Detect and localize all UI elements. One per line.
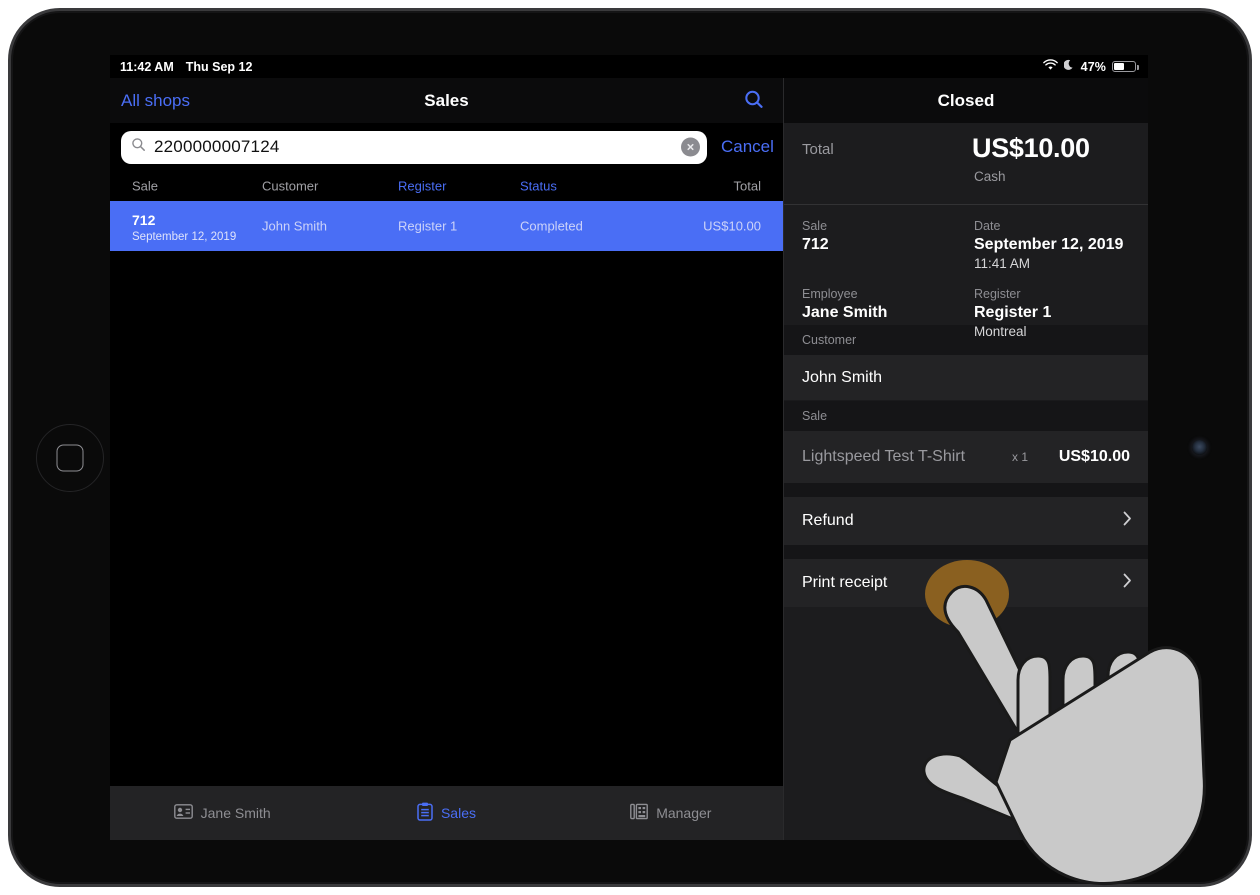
line-item-name: Lightspeed Test T-Shirt [802, 448, 966, 465]
tab-sales[interactable]: Sales [334, 802, 558, 824]
detail-fields-grid: Sale 712 Date September 12, 2019 11:41 A… [784, 205, 1148, 339]
section-spacer-2 [784, 545, 1148, 559]
cell-customer: John Smith [262, 218, 328, 234]
chevron-right-icon [1123, 511, 1132, 531]
column-header-sale[interactable]: Sale [132, 179, 158, 194]
print-receipt-label: Print receipt [802, 574, 888, 591]
field-employee-value: Jane Smith [802, 304, 888, 321]
table-row[interactable]: 712 September 12, 2019 John Smith Regist… [110, 201, 783, 251]
section-spacer [784, 483, 1148, 497]
cell-register: Register 1 [398, 218, 458, 234]
search-icon[interactable] [741, 87, 767, 113]
front-camera [1192, 440, 1207, 455]
nav-bar: All shops Sales [110, 78, 783, 123]
section-header-customer: Customer [784, 325, 1148, 355]
field-date-value: September 12, 2019 [974, 236, 1124, 253]
customer-name: John Smith [802, 368, 883, 386]
customer-row[interactable]: John Smith [784, 355, 1148, 401]
clipboard-icon [417, 802, 433, 824]
sales-list-pane: All shops Sales 2200000007124 Cancel Sal… [110, 78, 783, 840]
cell-sale: 712 September 12, 2019 [132, 212, 236, 243]
status-bar-left: 11:42 AM Thu Sep 12 [120, 60, 252, 74]
field-date-label: Date [974, 219, 1001, 233]
column-header-register[interactable]: Register [398, 179, 446, 194]
pointing-hand-cursor [900, 560, 1220, 895]
building-list-icon [630, 803, 649, 823]
wifi-icon [1042, 59, 1058, 74]
battery-icon [1112, 60, 1139, 73]
refund-button[interactable]: Refund [784, 497, 1148, 545]
tab-employee-label: Jane Smith [200, 805, 271, 821]
status-date: Thu Sep 12 [185, 59, 253, 74]
table-header: Sale Customer Register Status Total [110, 171, 783, 201]
detail-header-title: Closed [784, 78, 1148, 123]
section-header-sale: Sale [784, 401, 1148, 431]
search-value: 2200000007124 [154, 137, 280, 156]
tab-employee[interactable]: Jane Smith [110, 804, 334, 822]
home-button[interactable] [36, 424, 104, 492]
column-header-total[interactable]: Total [734, 179, 761, 194]
tab-manager[interactable]: Manager [559, 803, 783, 823]
cell-status: Completed [520, 218, 583, 234]
status-bar-right: 47% [1042, 59, 1139, 74]
screenshot-root: 11:42 AM Thu Sep 12 47% All shops Sales … [0, 0, 1260, 895]
status-time: 11:42 AM [120, 59, 174, 74]
cell-total: US$10.00 [703, 218, 761, 234]
field-sale-value: 712 [802, 236, 829, 253]
clear-search-icon[interactable] [681, 137, 700, 157]
tab-bar: Jane Smith Sales Manager [110, 785, 783, 840]
cell-sale-date: September 12, 2019 [132, 231, 237, 243]
cell-sale-number: 712 [132, 212, 156, 228]
search-input[interactable]: 2200000007124 [121, 130, 707, 164]
status-bar: 11:42 AM Thu Sep 12 47% [110, 55, 1148, 78]
field-sale-label: Sale [802, 219, 828, 233]
field-employee-label: Employee [802, 287, 858, 301]
search-field-icon [131, 137, 146, 157]
page-title: Sales [424, 90, 469, 110]
payment-method: Cash [974, 169, 1006, 184]
moon-icon [1063, 59, 1075, 74]
refund-label: Refund [802, 512, 854, 529]
field-employee: Employee Jane Smith [802, 287, 887, 322]
field-register-location: Montreal [974, 324, 1027, 339]
total-amount: US$10.00 [972, 133, 1090, 163]
battery-percent: 47% [1080, 59, 1106, 74]
line-item-quantity: x 1 [1012, 450, 1029, 464]
total-label: Total [802, 141, 834, 158]
column-header-customer[interactable]: Customer [262, 179, 318, 194]
field-register-value: Register 1 [974, 304, 1052, 321]
cancel-search-button[interactable]: Cancel [721, 137, 774, 157]
back-all-shops-button[interactable]: All shops [121, 91, 190, 111]
detail-total-block: Total US$10.00 Cash [784, 123, 1148, 205]
tab-manager-label: Manager [656, 805, 712, 821]
column-header-status[interactable]: Status [520, 179, 557, 194]
line-item-amount: US$10.00 [1058, 448, 1130, 465]
contact-card-icon [173, 804, 193, 822]
line-item[interactable]: Lightspeed Test T-Shirt x 1 US$10.00 [784, 431, 1148, 483]
field-register-label: Register [974, 287, 1021, 301]
field-date: Date September 12, 2019 11:41 AM [974, 219, 1123, 271]
field-date-time: 11:41 AM [974, 256, 1031, 271]
tab-sales-label: Sales [440, 805, 476, 821]
search-row: 2200000007124 Cancel [110, 123, 783, 171]
home-button-square-icon [56, 444, 84, 472]
field-sale: Sale 712 [802, 219, 829, 254]
field-register: Register Register 1 Montreal [974, 287, 1051, 339]
